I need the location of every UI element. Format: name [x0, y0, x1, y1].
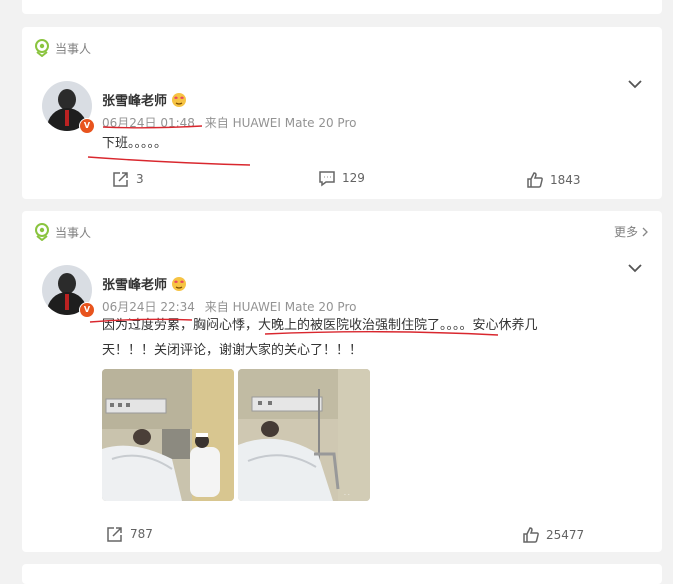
comment-button[interactable]: 129 [318, 169, 365, 187]
post-text: 因为过度劳累，胸闷心悸，大晚上的被医院收治强制住院了。。。。安心休养几 天！！！… [102, 313, 538, 363]
post-text-line: 因为过度劳累，胸闷心悸，大晚上的被医院收治强制住院了。。。。安心休养几 [102, 318, 538, 333]
like-icon [527, 172, 543, 188]
post-text-line: 天！！！关闭评论，谢谢大家的关心了！！！ [102, 343, 363, 358]
post-source: 来自 HUAWEI Mate 20 Pro [204, 116, 357, 130]
like-button[interactable]: 1843 [526, 171, 581, 189]
chevron-right-icon [642, 227, 648, 236]
verified-badge-icon: V [79, 302, 95, 318]
chevron-down-icon[interactable] [628, 264, 642, 273]
comment-icon [319, 171, 335, 187]
location-tag-icon [35, 223, 49, 241]
more-button[interactable]: 更多 [614, 223, 648, 240]
hospital-bed-photo [102, 369, 234, 501]
repost-icon [113, 172, 128, 187]
post-meta: 06月24日 01:48 来自 HUAWEI Mate 20 Pro [102, 114, 356, 131]
post-photo[interactable]: . . [238, 369, 370, 501]
comment-count: 129 [342, 171, 365, 185]
author-name-text[interactable]: 张雪峰老师 [102, 274, 167, 293]
verified-badge-icon: V [79, 118, 95, 134]
post-photo[interactable] [102, 369, 234, 501]
like-count: 25477 [546, 528, 585, 542]
like-icon [523, 527, 539, 543]
post-time[interactable]: 06月24日 01:48 [102, 116, 195, 130]
repost-icon [107, 527, 122, 542]
like-count: 1843 [550, 173, 581, 187]
like-button[interactable]: 25477 [522, 526, 584, 544]
repost-button[interactable]: 787 [106, 525, 153, 543]
svg-text:. .: . . [344, 490, 350, 497]
next-post-card [22, 564, 662, 584]
more-label[interactable]: 更多 [614, 223, 638, 240]
repost-count: 3 [136, 172, 144, 186]
tag-label: 当事人 [55, 41, 92, 56]
emoji-icon [172, 92, 187, 107]
post-card: 当事人 更多 V 张雪峰老师 06月24日 22:34 来自 HUAWEI Ma… [22, 211, 662, 552]
tag-label: 当事人 [55, 225, 92, 240]
chevron-down-icon[interactable] [628, 80, 642, 89]
post-card: 当事人 V 张雪峰老师 06月24日 01:48 来自 HUAWEI Mate … [22, 27, 662, 199]
post-time[interactable]: 06月24日 22:34 [102, 300, 195, 314]
post-tag: 当事人 [34, 223, 91, 241]
previous-post-card [22, 0, 662, 14]
author-name[interactable]: 张雪峰老师 [102, 274, 187, 293]
hospital-bed-photo: . . [238, 369, 370, 501]
post-text: 下班。。。。。 [102, 136, 168, 151]
post-tag: 当事人 [34, 39, 91, 57]
post-source: 来自 HUAWEI Mate 20 Pro [204, 300, 357, 314]
repost-button[interactable]: 3 [112, 170, 144, 188]
repost-count: 787 [130, 527, 153, 541]
author-name[interactable]: 张雪峰老师 [102, 90, 187, 109]
author-name-text[interactable]: 张雪峰老师 [102, 90, 167, 109]
emoji-icon [172, 276, 187, 291]
location-tag-icon [35, 39, 49, 57]
